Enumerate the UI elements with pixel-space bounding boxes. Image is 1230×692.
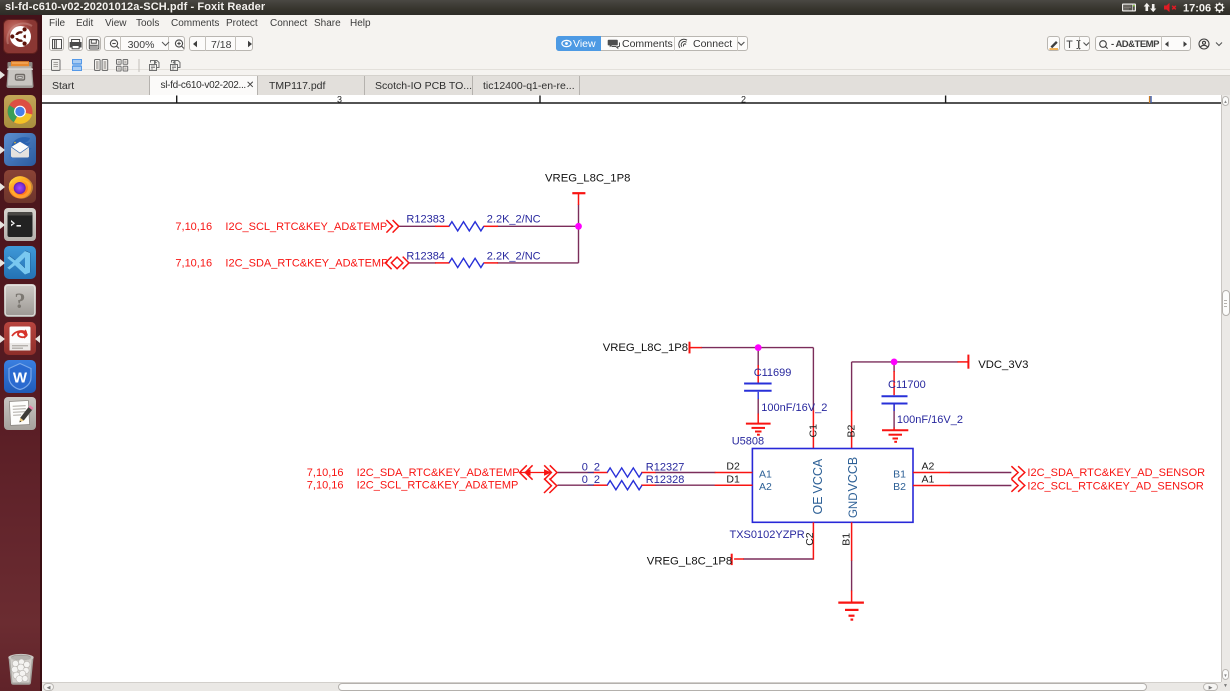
svg-text:VREG_L8C_1P8: VREG_L8C_1P8 [603,342,688,354]
svg-text:0_2: 0_2 [582,474,600,486]
svg-text:I2C_SDA_RTC&KEY_AD&TEMP: I2C_SDA_RTC&KEY_AD&TEMP [357,467,520,479]
svg-text:R12327: R12327 [646,461,685,473]
svg-text:OE: OE [811,496,825,514]
svg-text:100nF/16V_2: 100nF/16V_2 [761,402,827,414]
svg-text:100nF/16V_2: 100nF/16V_2 [897,414,963,426]
svg-text:VCCA: VCCA [811,458,825,493]
svg-text:7,10,16: 7,10,16 [307,480,344,492]
svg-text:I2C_SCL_RTC&KEY_AD_SENSOR: I2C_SCL_RTC&KEY_AD_SENSOR [1027,480,1204,492]
svg-text:VCCB: VCCB [846,457,860,492]
svg-text:B1: B1 [893,468,906,480]
svg-text:C11700: C11700 [888,379,926,391]
svg-text:B2: B2 [846,424,858,437]
svg-text:?: ? [15,288,26,313]
svg-text:C1: C1 [807,424,819,438]
svg-text:7,10,16: 7,10,16 [307,467,344,479]
svg-text:B1: B1 [841,533,853,546]
svg-text:C2: C2 [804,532,816,546]
svg-text:I2C_SCL_RTC&KEY_AD&TEMP: I2C_SCL_RTC&KEY_AD&TEMP [225,221,387,233]
svg-text:2: 2 [741,95,746,105]
svg-text:D1: D1 [726,473,740,485]
svg-text:0_2: 0_2 [582,461,600,473]
svg-text:I2C_SDA_RTC&KEY_AD&TEMP: I2C_SDA_RTC&KEY_AD&TEMP [225,258,388,270]
svg-text:W: W [13,370,28,387]
svg-text:R12328: R12328 [646,474,685,486]
svg-text:C11699: C11699 [754,367,792,379]
svg-text:17:06: 17:06 [1183,3,1211,15]
svg-text:I2C_SDA_RTC&KEY_AD_SENSOR: I2C_SDA_RTC&KEY_AD_SENSOR [1027,467,1205,479]
svg-text:B2: B2 [893,481,906,493]
svg-text:R12384: R12384 [406,251,445,263]
svg-text:A2: A2 [922,461,935,473]
svg-text:R12383: R12383 [406,214,445,226]
svg-text:D2: D2 [726,461,740,473]
svg-text:VREG_L8C_1P8: VREG_L8C_1P8 [545,172,630,184]
svg-text:GND: GND [848,492,860,518]
svg-text:VREG_L8C_1P8: VREG_L8C_1P8 [647,556,732,568]
svg-text:A1: A1 [922,474,935,486]
svg-text:2.2K_2/NC: 2.2K_2/NC [487,251,541,263]
svg-text:7,10,16: 7,10,16 [175,221,212,233]
svg-text:7,10,16: 7,10,16 [175,258,212,270]
svg-text:3: 3 [337,95,342,105]
svg-text:I2C_SCL_RTC&KEY_AD&TEMP: I2C_SCL_RTC&KEY_AD&TEMP [357,480,519,492]
svg-text:A1: A1 [759,468,772,480]
svg-text:2.2K_2/NC: 2.2K_2/NC [487,214,541,226]
svg-text:A2: A2 [759,481,772,493]
svg-text:VDC_3V3: VDC_3V3 [978,359,1028,371]
svg-text:U5808: U5808 [732,436,764,448]
svg-text:TXS0102YZPR: TXS0102YZPR [730,529,805,541]
